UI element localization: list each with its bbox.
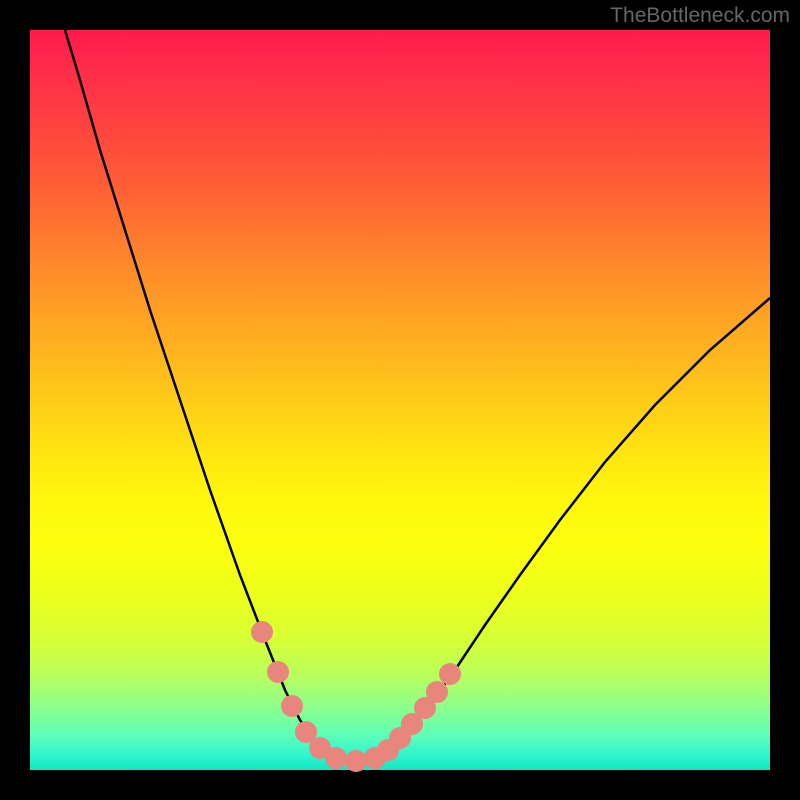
watermark-text: TheBottleneck.com: [610, 4, 790, 28]
curve-path: [65, 30, 770, 761]
data-marker: [439, 663, 461, 685]
data-marker: [251, 621, 273, 643]
data-marker: [426, 681, 448, 703]
data-marker: [281, 695, 303, 717]
data-marker: [325, 747, 347, 769]
data-marker: [267, 661, 289, 683]
plot-area: [30, 30, 770, 770]
curve-svg: [30, 30, 770, 770]
